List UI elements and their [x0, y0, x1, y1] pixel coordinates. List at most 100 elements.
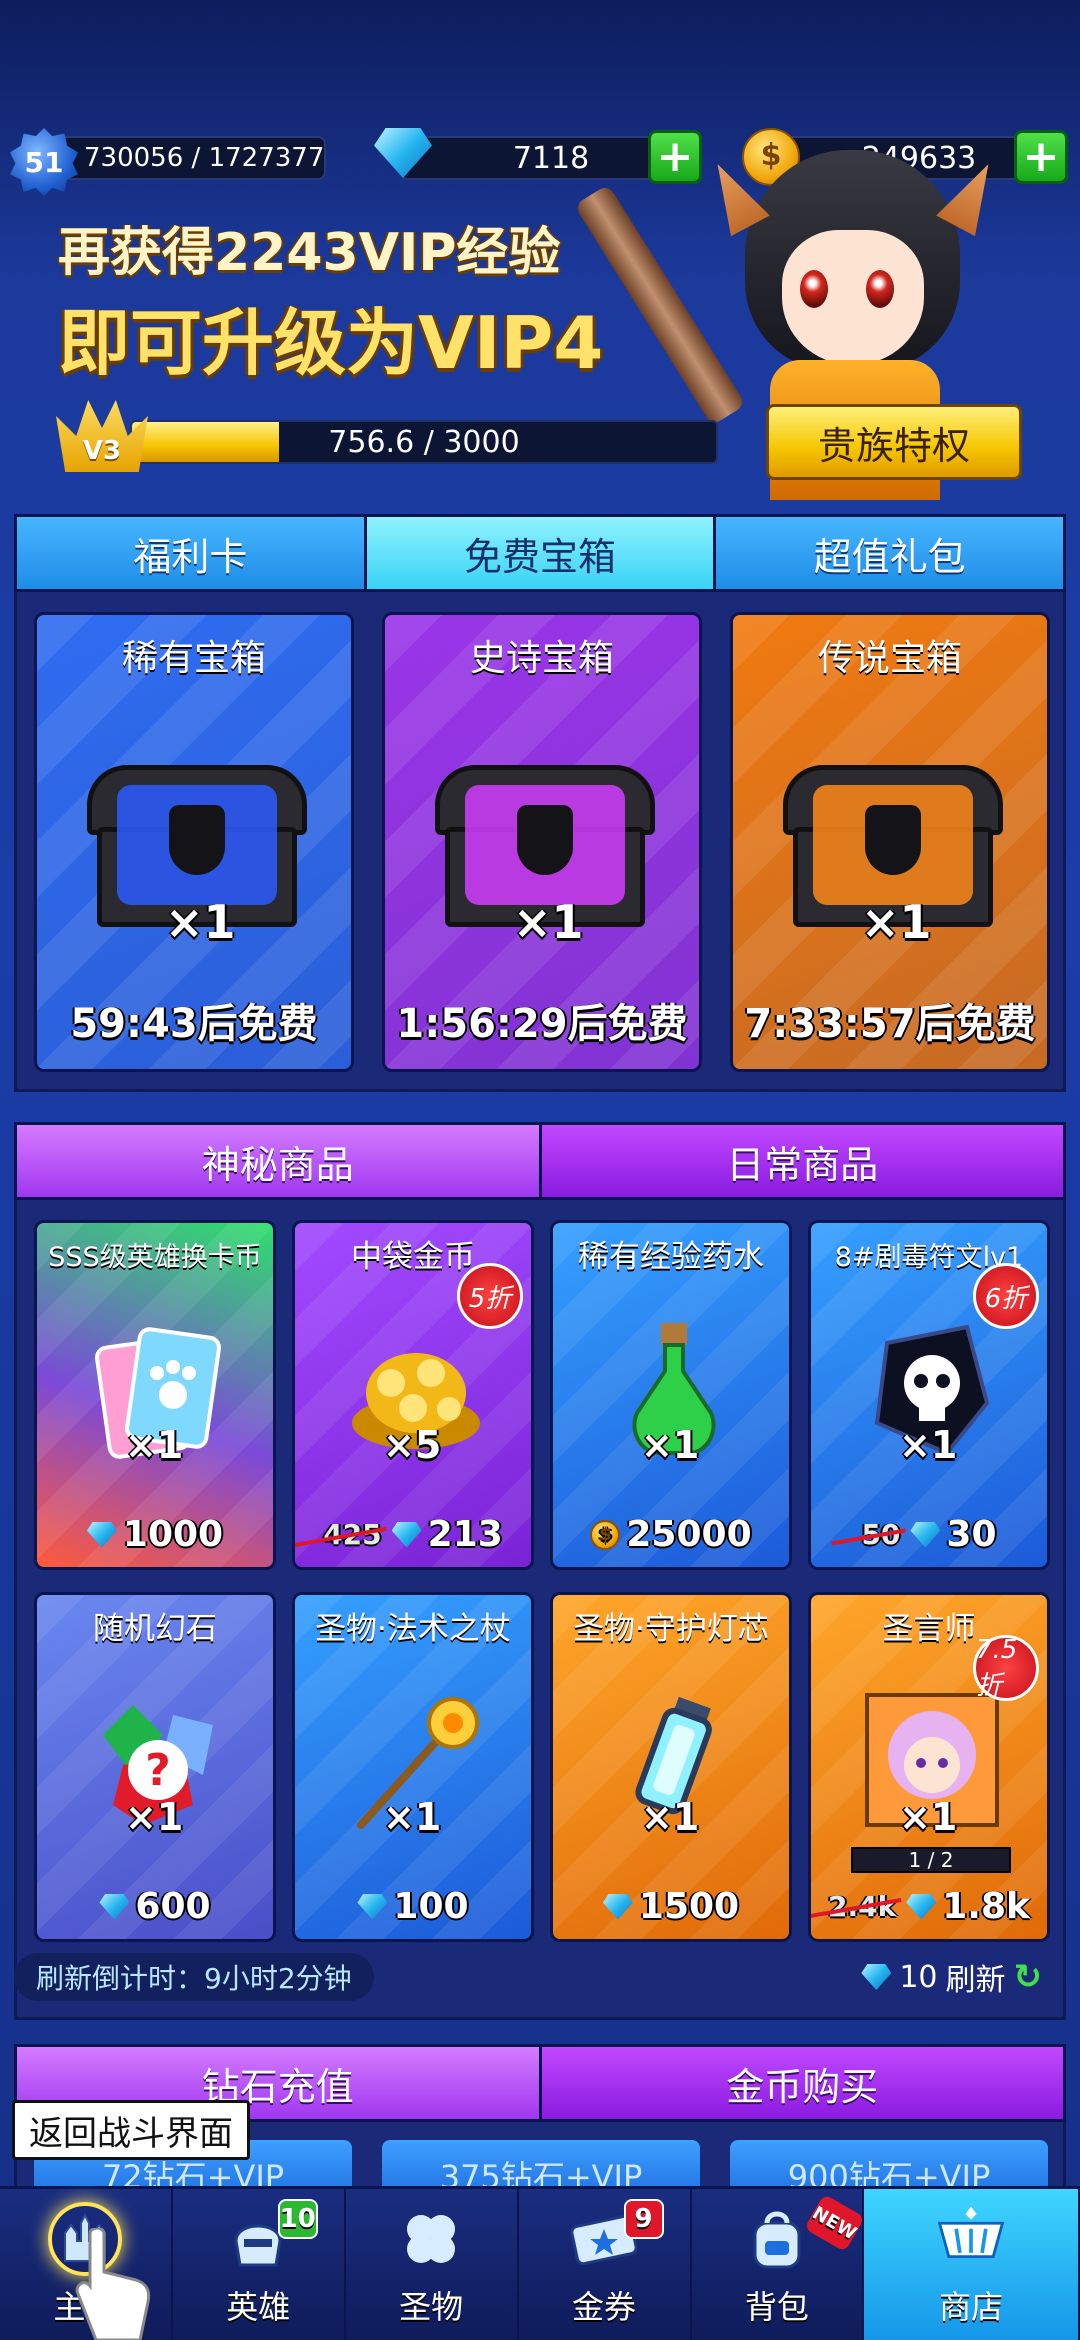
fragment-progress-text: 1 / 2: [908, 1848, 954, 1872]
shop-item-price: 2.4k 1.8k: [811, 1886, 1047, 1927]
shop-item-title: 圣物·守护灯芯: [573, 1611, 769, 1647]
vip-upgrade-text: 即可升级为VIP4: [58, 301, 604, 385]
diamond-icon: [374, 128, 432, 182]
shop-item-quantity: ×1: [641, 1795, 700, 1839]
diamond-value: 7118: [512, 140, 590, 176]
shop-item-card[interactable]: 圣物·守护灯芯 ×1 1500: [550, 1592, 792, 1942]
diamond-icon: [99, 1893, 130, 1920]
tab-daily-goods[interactable]: 日常商品: [541, 1125, 1063, 1197]
add-diamonds-button[interactable]: +: [648, 130, 702, 184]
chest-quantity: ×1: [513, 895, 584, 949]
shop-item-price: 1000: [37, 1514, 273, 1555]
nav-label: 背包: [744, 2288, 809, 2326]
shop-item-card[interactable]: 稀有经验药水 ×1 $25000: [550, 1220, 792, 1570]
nav-backpack[interactable]: 背包 NEW: [692, 2189, 866, 2340]
vip-progress-text: 756.6 / 3000: [328, 424, 520, 460]
bottom-nav: 主城 英雄 10 圣物 金券 9 背包 NEW 商店: [0, 2186, 1080, 2340]
nav-label: 金券: [572, 2288, 637, 2326]
shop-tab-bar: 神秘商品 日常商品: [14, 1122, 1066, 1200]
voucher-badge: 9: [623, 2199, 664, 2239]
vip-level-label: V3: [82, 436, 122, 466]
shop-item-quantity: ×5: [383, 1423, 442, 1467]
backpack-icon: [740, 2202, 814, 2276]
shop-item-card[interactable]: 8#剧毒符文lv1 ×1 6折 50 30: [808, 1220, 1050, 1570]
nav-label: 英雄: [226, 2288, 291, 2326]
price-value: 213: [427, 1514, 503, 1555]
refresh-button[interactable]: 10 刷新 ↻: [861, 1955, 1042, 1999]
chest-card[interactable]: 史诗宝箱 ×1 1:56:29后免费: [382, 612, 702, 1072]
shop-item-card[interactable]: SSS级英雄换卡币 ×1 1000: [34, 1220, 276, 1570]
player-level: 51: [24, 145, 64, 179]
chest-timer: 1:56:29后免费: [396, 1001, 688, 1047]
shop-item-title: 稀有经验药水: [578, 1239, 764, 1275]
refresh-countdown: 刷新倒计时：9小时2分钟: [14, 1953, 374, 2001]
tab-mystery-goods[interactable]: 神秘商品: [17, 1125, 542, 1197]
shop-item-quantity: ×1: [899, 1795, 958, 1839]
clover-icon: [394, 2202, 468, 2276]
nav-label: 圣物: [399, 2288, 464, 2326]
refresh-label: 刷新: [945, 1963, 1006, 1998]
diamond-icon: [357, 1893, 388, 1920]
nav-heroes[interactable]: 英雄 10: [173, 2189, 346, 2340]
price-value: 100: [393, 1886, 469, 1927]
discount-badge: 5折: [457, 1263, 523, 1329]
shop-item-price: 425 213: [295, 1514, 531, 1555]
shop-item-card[interactable]: 圣言师 ×1 7.5折 1 / 2 2.4k 1.8k: [808, 1592, 1050, 1942]
diamond-counter: 7118: [400, 136, 662, 180]
price-value: 1.8k: [942, 1886, 1030, 1927]
chest-title: 传说宝箱: [817, 638, 962, 679]
shop-item-quantity: ×1: [641, 1423, 700, 1467]
tab-free-chest[interactable]: 免费宝箱: [366, 517, 717, 589]
svg-text:?: ?: [145, 1745, 171, 1796]
chest-timer: 59:43后免费: [70, 1001, 318, 1047]
tab-gold-purchase[interactable]: 金币购买: [541, 2047, 1063, 2119]
refresh-icon: ↻: [1013, 1957, 1043, 1997]
shop-item-card[interactable]: 圣物·法术之杖 ×1 100: [292, 1592, 534, 1942]
diamond-icon: [861, 1964, 892, 1990]
nav-shop[interactable]: 商店: [864, 2189, 1080, 2340]
pointer-hand-icon: [72, 2226, 152, 2340]
nav-relics[interactable]: 圣物: [346, 2189, 519, 2340]
diamond-icon: [602, 1893, 633, 1920]
shop-item-quantity: ×1: [125, 1423, 184, 1467]
tab-welfare-card[interactable]: 福利卡: [17, 517, 367, 589]
refresh-cost: 10: [899, 1959, 938, 1995]
back-to-battle-tooltip[interactable]: 返回战斗界面: [12, 2100, 250, 2160]
chest-card[interactable]: 传说宝箱 ×1 7:33:57后免费: [730, 612, 1050, 1072]
diamond-icon: [86, 1521, 117, 1548]
discount-badge: 6折: [973, 1263, 1039, 1329]
noble-privilege-button[interactable]: 贵族特权: [766, 404, 1022, 480]
shop-item-quantity: ×1: [125, 1795, 184, 1839]
shop-item-price: 50 30: [811, 1514, 1047, 1555]
shop-item-card[interactable]: 中袋金币 ×5 5折 425 213: [292, 1220, 534, 1570]
exp-separator: /: [183, 143, 209, 173]
diamond-icon: [910, 1521, 941, 1548]
chest-tab-bar: 福利卡 免费宝箱 超值礼包: [14, 514, 1066, 592]
price-value: 1500: [638, 1886, 740, 1927]
chest-quantity: ×1: [165, 895, 236, 949]
price-value: 1000: [122, 1514, 224, 1555]
shop-item-card[interactable]: 随机幻石? ×1 600: [34, 1592, 276, 1942]
diamond-icon: [391, 1521, 422, 1548]
vip-progress-bar: 756.6 / 3000: [130, 420, 718, 464]
shop-item-price: 600: [37, 1886, 273, 1927]
shop-item-quantity: ×1: [383, 1795, 442, 1839]
nav-gold-voucher[interactable]: 金券 9: [519, 2189, 692, 2340]
fragment-progress: 1 / 2: [851, 1847, 1011, 1873]
chest-card[interactable]: 稀有宝箱 ×1 59:43后免费: [34, 612, 354, 1072]
vip-crown-icon: V3: [56, 400, 148, 472]
chest-title: 稀有宝箱: [121, 638, 266, 679]
add-gold-button[interactable]: +: [1014, 130, 1068, 184]
price-value: 30: [946, 1514, 997, 1555]
discount-badge: 7.5折: [973, 1635, 1039, 1701]
exp-max: 1727377: [208, 143, 325, 173]
shop-cart-icon: [934, 2202, 1008, 2276]
shop-item-price: 1500: [553, 1886, 789, 1927]
chest-title: 史诗宝箱: [469, 638, 614, 679]
tab-value-pack[interactable]: 超值礼包: [716, 517, 1064, 589]
shop-item-quantity: ×1: [899, 1423, 958, 1467]
nav-label: 商店: [939, 2288, 1004, 2326]
shop-item-title: 随机幻石: [93, 1611, 217, 1647]
chest-quantity: ×1: [861, 895, 932, 949]
original-price: 425: [323, 1518, 382, 1551]
